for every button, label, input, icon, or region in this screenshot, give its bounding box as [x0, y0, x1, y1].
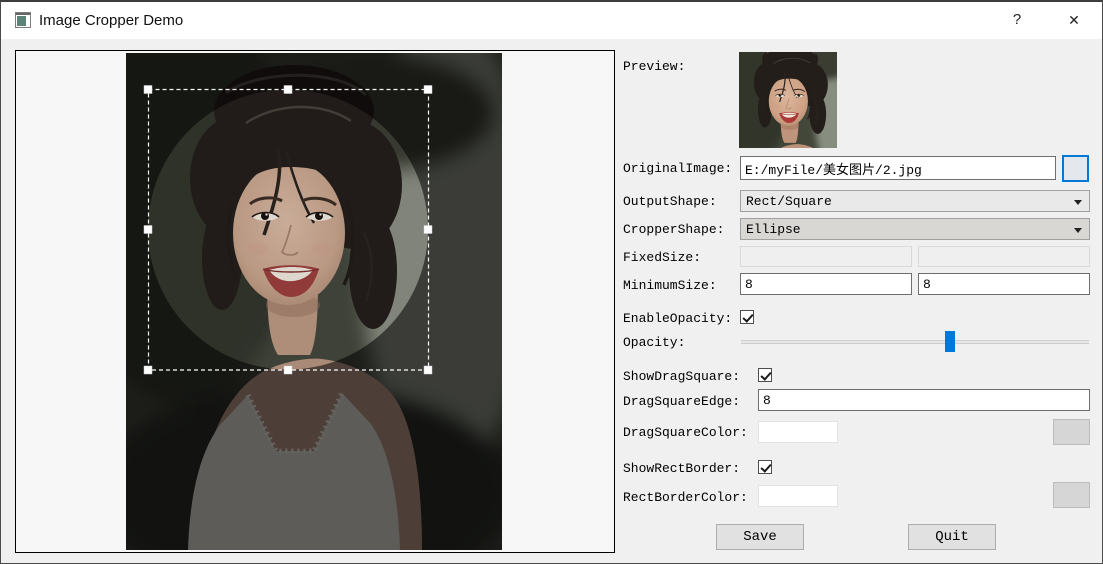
rect-border-color-swatch: [758, 485, 838, 507]
minimum-size-width-input[interactable]: [740, 273, 912, 295]
cropper-shape-label: CropperShape:: [623, 222, 724, 237]
drag-handle-bottom-left[interactable]: [144, 366, 152, 374]
quit-button[interactable]: Quit: [908, 524, 996, 550]
drag-square-color-label: DragSquareColor:: [623, 425, 748, 440]
rect-border-color-picker-button[interactable]: [1053, 482, 1090, 508]
close-button[interactable]: ✕: [1051, 2, 1097, 39]
cropper-canvas: [15, 50, 615, 553]
cropper-shape-value: Ellipse: [746, 222, 801, 237]
drag-handle-mid-left[interactable]: [144, 226, 152, 234]
opacity-slider-track[interactable]: [741, 340, 1089, 344]
original-image-label: OriginalImage:: [623, 161, 732, 176]
show-rect-border-checkbox[interactable]: [758, 460, 772, 474]
minimum-size-height-input[interactable]: [918, 273, 1090, 295]
drag-square-edge-input[interactable]: [758, 389, 1090, 411]
drag-square-edge-label: DragSquareEdge:: [623, 394, 740, 409]
fixed-size-label: FixedSize:: [623, 250, 701, 265]
opacity-slider-handle[interactable]: [945, 331, 955, 352]
opacity-label: Opacity:: [623, 335, 685, 350]
drag-handle-top-left[interactable]: [144, 86, 152, 94]
drag-handle-top-right[interactable]: [424, 86, 432, 94]
source-photo[interactable]: [126, 53, 502, 550]
fixed-size-width-input[interactable]: [740, 246, 912, 267]
drag-handle-bottom-mid[interactable]: [284, 366, 292, 374]
drag-square-color-swatch: [758, 421, 838, 443]
cropper-shape-combobox[interactable]: Ellipse: [740, 218, 1090, 240]
enable-opacity-label: EnableOpacity:: [623, 311, 732, 326]
drag-handle-mid-right[interactable]: [424, 226, 432, 234]
show-drag-square-label: ShowDragSquare:: [623, 369, 740, 384]
minimum-size-label: MinimumSize:: [623, 278, 717, 293]
preview-label: Preview:: [623, 59, 685, 74]
help-button[interactable]: ?: [994, 2, 1040, 39]
drag-handle-bottom-right[interactable]: [424, 366, 432, 374]
browse-button[interactable]: [1062, 155, 1089, 182]
window-title: Image Cropper Demo: [39, 2, 183, 39]
preview-image: [739, 52, 837, 148]
original-image-input[interactable]: [740, 156, 1056, 180]
show-rect-border-label: ShowRectBorder:: [623, 461, 740, 476]
drag-square-color-picker-button[interactable]: [1053, 419, 1090, 445]
rect-border-color-label: RectBorderColor:: [623, 490, 748, 505]
enable-opacity-checkbox[interactable]: [740, 310, 754, 324]
chevron-down-icon: [1074, 200, 1082, 205]
output-shape-value: Rect/Square: [746, 194, 832, 209]
output-shape-label: OutputShape:: [623, 194, 717, 209]
drag-handle-top-mid[interactable]: [284, 86, 292, 94]
save-button[interactable]: Save: [716, 524, 804, 550]
fixed-size-height-input[interactable]: [918, 246, 1090, 267]
output-shape-combobox[interactable]: Rect/Square: [740, 190, 1090, 212]
show-drag-square-checkbox[interactable]: [758, 368, 772, 382]
chevron-down-icon: [1074, 228, 1082, 233]
app-icon: [15, 12, 31, 28]
titlebar: Image Cropper Demo ? ✕: [1, 2, 1102, 39]
app-window: Image Cropper Demo ? ✕: [0, 0, 1103, 564]
opacity-slider[interactable]: [741, 331, 1089, 352]
